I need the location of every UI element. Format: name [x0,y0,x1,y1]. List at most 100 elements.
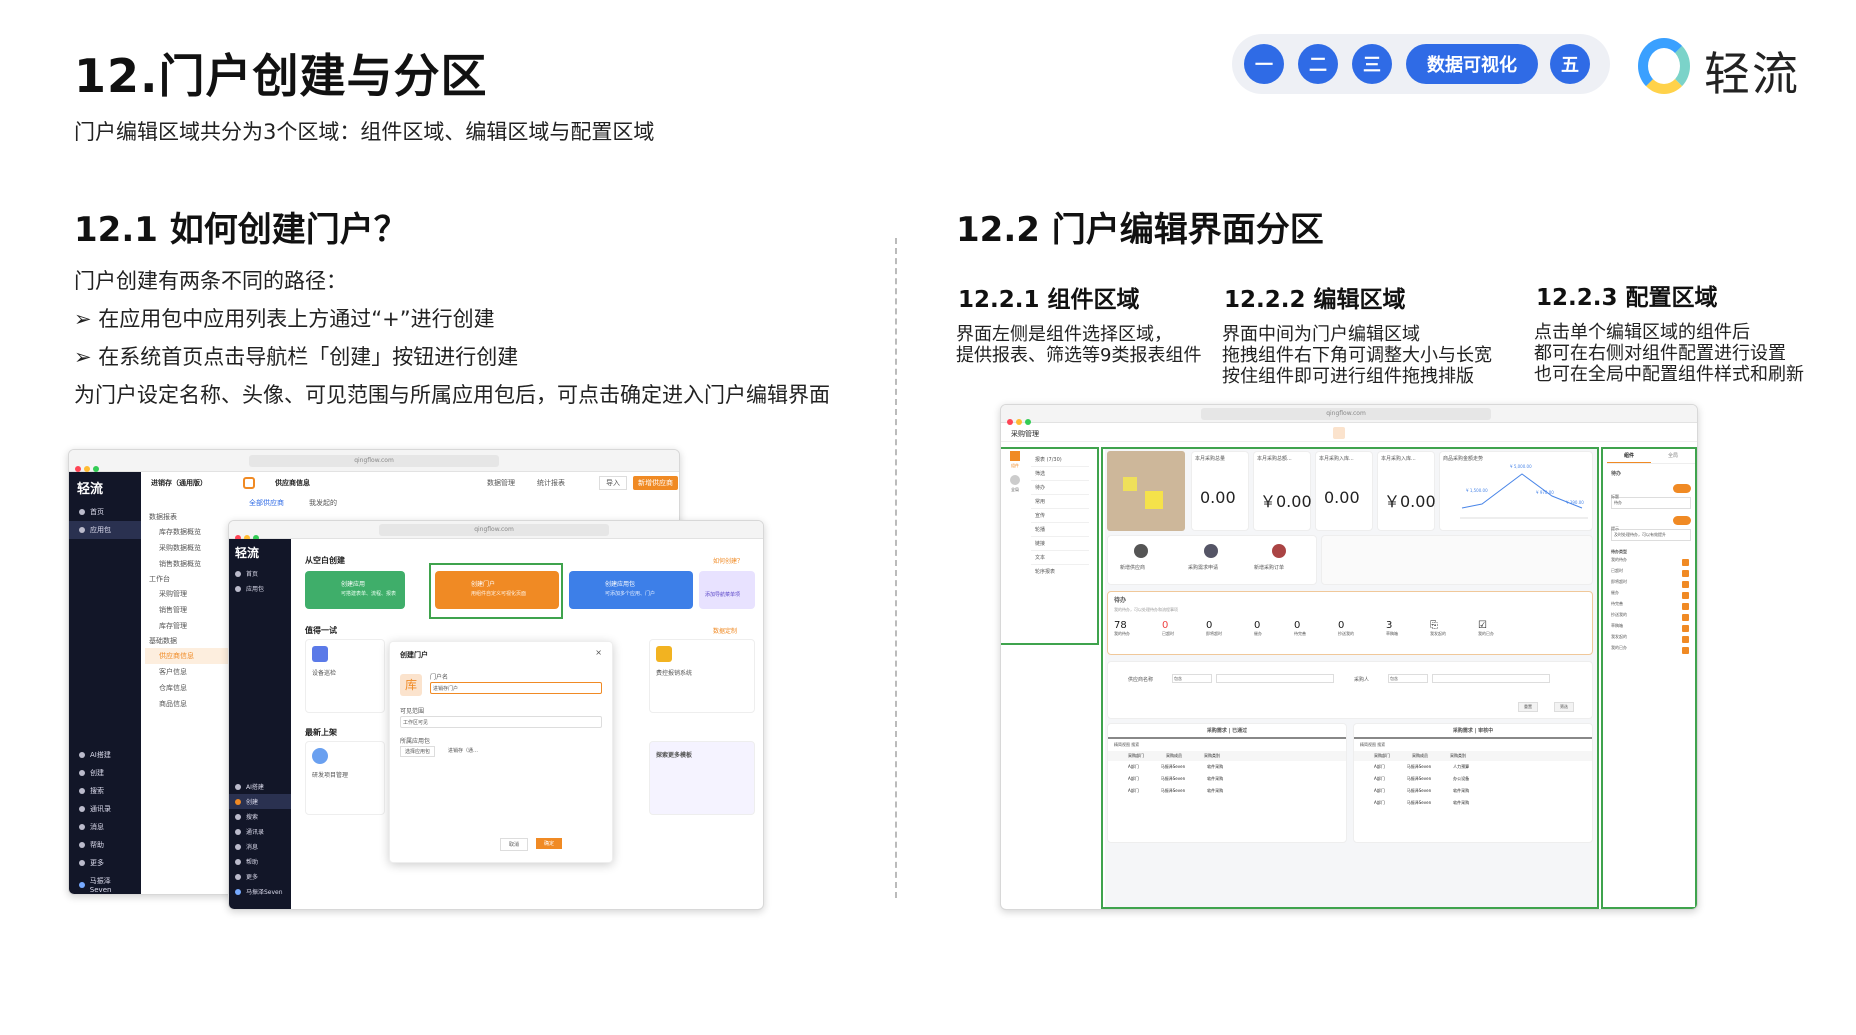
add-portal-plus-icon[interactable] [243,477,255,489]
sidebar-item-contacts[interactable]: 通讯录 [69,800,141,818]
sub-text-component-2: 提供报表、筛选等9类报表组件 [956,345,1202,366]
template-icon [656,646,672,662]
sidebar-user[interactable]: 马振泽Seven [229,884,291,899]
selected-package: 进销存（通… [448,748,479,754]
filter-all[interactable]: 全部供应商 [249,498,284,508]
bullet-1: ➢ 在应用包中应用列表上方通过“+”进行创建 [74,307,495,331]
nav-item-5[interactable]: 五 [1550,44,1590,84]
highlight-config-area [1601,447,1697,909]
template-card-expense[interactable]: 费控报销系统 [649,639,755,713]
sidebar: 轻流 首页 应用包 AI搭建 创建 搜索 通讯录 消息 帮助 更多 马振泽Sev… [69,472,141,894]
sub-text-edit-3: 按住组件即可进行组件拖拽排版 [1222,366,1474,387]
sidebar-item-create[interactable]: 创建 [69,764,141,782]
sidebar-item-ai[interactable]: AI搭建 [229,779,291,794]
sidebar-logo: 轻流 [235,546,260,560]
brand-logo: 轻流 [1636,34,1836,101]
logo-q-icon [1638,38,1690,94]
browser-bar: qingflow.com [1001,405,1697,425]
btn-data-manage[interactable]: 数据管理 [487,478,515,488]
url-bar[interactable]: qingflow.com [249,455,499,467]
sidebar-logo: 轻流 [77,482,104,497]
chapter-nav: 一 二 三 数据可视化 五 [1232,34,1610,94]
btn-add-supplier[interactable]: 新增供应商 [633,476,678,490]
template-card-rd[interactable]: 研发项目管理 [305,741,385,815]
screenshot-portal-editor: qingflow.com 采购管理 组件 全局 报表 (7/30) 筛选 待办 … [1000,404,1698,910]
url-bar[interactable]: qingflow.com [379,524,609,536]
filter-mine[interactable]: 我发起的 [309,498,337,508]
highlight-create-portal [429,563,563,619]
section-heading-12-2: 12.2 门户编辑界面分区 [956,210,1324,250]
sub-text-component-1: 界面左侧是组件选择区域， [956,324,1172,345]
toolbar-divider [1001,441,1697,442]
section-worth-try: 值得一试 [305,626,337,635]
sidebar-item-search[interactable]: 搜索 [69,782,141,800]
select-package-button[interactable]: 选择应用包 [400,746,436,757]
nav-item-data-viz[interactable]: 数据可视化 [1406,44,1538,84]
sub-text-config-2: 都可在右侧对组件配置进行设置 [1534,343,1786,364]
outro-text: 为门户设定名称、头像、可见范围与所属应用包后，可点击确定进入门户编辑界面 [74,383,830,407]
sidebar: 轻流 首页 应用包 AI搭建 创建 搜索 通讯录 消息 帮助 更多 马振泽Sev… [229,539,291,909]
page-subtitle: 门户编辑区域共分为3个区域：组件区域、编辑区域与配置区域 [74,120,655,144]
sidebar-item-create[interactable]: 创建 [229,794,291,809]
sidebar-item-more[interactable]: 更多 [229,869,291,884]
column-divider [895,238,897,898]
logo-text: 轻流 [1704,47,1800,101]
link-data-custom[interactable]: 数据定制 [713,626,737,635]
label-visible-scope: 可见范围 [400,708,425,715]
nav-item-3[interactable]: 三 [1352,44,1392,84]
sidebar-item-contacts[interactable]: 通讯录 [229,824,291,839]
sidebar-item-search[interactable]: 搜索 [229,809,291,824]
sidebar-item-messages[interactable]: 消息 [69,818,141,836]
browser-bar: qingflow.com [69,450,679,472]
sidebar-item-home[interactable]: 首页 [229,566,291,581]
label-package: 所属应用包 [400,738,431,745]
sidebar-item-ai[interactable]: AI搭建 [69,746,141,764]
scope-select[interactable]: 工作区可见 [400,716,602,728]
desktop-view-icon[interactable] [1333,427,1345,439]
label-portal-name: 门户名 [430,674,449,681]
template-card-device[interactable]: 设备巡检 [305,639,385,713]
sidebar-item-more[interactable]: 更多 [69,854,141,872]
bullet-2: ➢ 在系统首页点击导航栏「创建」按钮进行创建 [74,345,519,369]
sub-heading-component: 12.2.1 组件区域 [958,287,1140,313]
tab-supplier[interactable]: 供应商信息 [275,478,310,488]
template-card-more[interactable]: 探索更多模板 [649,741,755,815]
sidebar-item-packages[interactable]: 应用包 [229,581,291,596]
portal-name-input[interactable]: 进销存门户 [430,682,602,694]
sub-heading-config: 12.2.3 配置区域 [1536,285,1718,311]
nav-item-2[interactable]: 二 [1298,44,1338,84]
browser-bar: qingflow.com [229,521,763,541]
link-how-to-create[interactable]: 如何创建？ [713,556,743,565]
sidebar-item-home[interactable]: 首页 [69,503,141,521]
template-icon [312,748,328,764]
nav-item-1[interactable]: 一 [1244,44,1284,84]
sidebar-item-help[interactable]: 帮助 [229,854,291,869]
highlight-component-area [1001,447,1099,645]
url-bar[interactable]: qingflow.com [1201,408,1491,420]
sub-text-config-1: 点击单个编辑区域的组件后 [1534,322,1750,343]
sub-heading-edit: 12.2.2 编辑区域 [1224,287,1406,313]
portal-page-title: 采购管理 [1011,430,1039,438]
card-create-app[interactable]: 创建应用 可搭建表单、流程、报表 [305,571,405,609]
card-add-nav-menu[interactable]: 添加导航菜单项 [699,571,755,609]
screenshot-home-create: qingflow.com 轻流 首页 应用包 AI搭建 创建 搜索 通讯录 消息… [228,520,764,910]
sidebar-user[interactable]: 马振泽Seven [69,872,141,894]
portal-avatar[interactable]: 库 [400,674,422,696]
dialog-title: 创建门户 [400,651,428,659]
btn-import[interactable]: 导入 [599,476,627,490]
close-icon[interactable]: × [595,648,602,657]
highlight-edit-area [1101,447,1599,909]
sub-text-config-3: 也可在全局中配置组件样式和刷新 [1534,364,1804,385]
section-blank-create: 从空白创建 [305,556,345,565]
intro-text: 门户创建有两条不同的路径： [74,269,347,293]
section-latest: 最新上架 [305,728,337,737]
confirm-button[interactable]: 确定 [536,838,563,849]
cancel-button[interactable]: 取消 [500,838,529,851]
page-title: 12.门户创建与分区 [74,49,488,103]
section-heading-12-1: 12.1 如何创建门户？ [74,210,408,250]
sidebar-item-help[interactable]: 帮助 [69,836,141,854]
btn-stat-report[interactable]: 统计报表 [537,478,565,488]
sidebar-item-messages[interactable]: 消息 [229,839,291,854]
card-create-package[interactable]: 创建应用包 可添加多个应用、门户 [569,571,693,609]
sidebar-item-packages[interactable]: 应用包 [69,521,141,539]
